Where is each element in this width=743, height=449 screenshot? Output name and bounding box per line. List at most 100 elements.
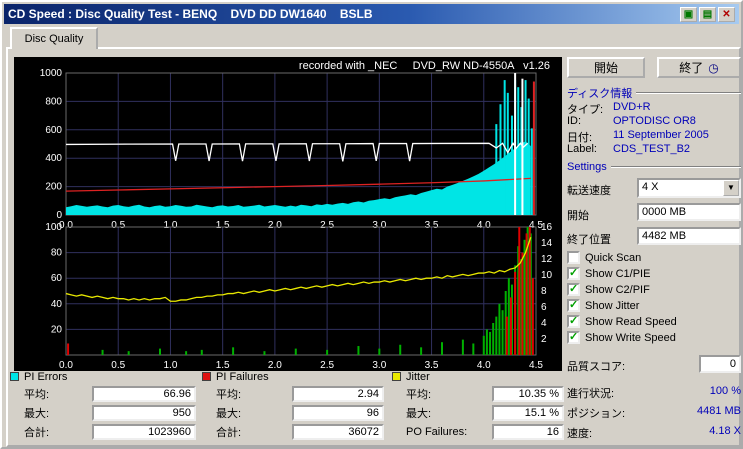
disc-label-row: Label: CDS_TEST_B2 — [567, 143, 741, 155]
svg-text:400: 400 — [45, 153, 62, 164]
svg-text:10: 10 — [541, 270, 553, 281]
show-read-speed-label: Show Read Speed — [585, 315, 677, 328]
start-button[interactable]: 開始 — [567, 57, 645, 78]
position-row: ポジション: 4481 MB — [567, 405, 741, 421]
app-window: CD Speed : Disc Quality Test - BENQ DVD … — [0, 0, 743, 449]
recorded-with-text: recorded with _NEC DVD_RW ND-4550A v1.26 — [298, 60, 550, 72]
end-pos-label: 終了位置 — [567, 234, 611, 246]
show-c1-pie-checkbox[interactable]: ✓ — [567, 267, 580, 280]
svg-text:12: 12 — [541, 254, 553, 265]
svg-text:2: 2 — [541, 334, 547, 345]
jitter-max-label: 最大: — [406, 407, 432, 420]
jitter-title: Jitter — [406, 370, 430, 383]
titlebar: CD Speed : Disc Quality Test - BENQ DVD … — [4, 4, 739, 24]
progress-value: 100 % — [709, 385, 741, 397]
svg-text:14: 14 — [541, 238, 553, 249]
close-icon[interactable]: ✕ — [718, 6, 735, 22]
disc-id-label: ID: — [567, 115, 582, 127]
start-pos-field[interactable]: 0000 MB — [637, 203, 741, 221]
svg-text:8: 8 — [541, 286, 547, 297]
speed-label: 速度: — [567, 428, 593, 440]
svg-text:60: 60 — [51, 273, 63, 284]
show-c2-pif-checkbox[interactable]: ✓ — [567, 283, 580, 296]
quality-score-value: 0 — [699, 355, 741, 373]
pie-total-label: 合計: — [24, 426, 50, 439]
jitter-swatch — [392, 372, 401, 381]
po-failures-label: PO Failures: — [406, 425, 468, 438]
divider — [636, 92, 741, 94]
pif-avg-label: 平均: — [216, 388, 242, 401]
pie-max-value: 950 — [92, 404, 196, 421]
jitter-max-value: 15.1 % — [492, 404, 564, 421]
start-pos-label: 開始 — [567, 210, 589, 222]
svg-text:16: 16 — [541, 222, 553, 233]
write-speed-end-spike-series — [532, 81, 535, 215]
position-value: 4481 MB — [696, 405, 741, 417]
pi-errors-swatch — [10, 372, 19, 381]
quick-scan-label: Quick Scan — [585, 251, 642, 264]
jitter-avg-label: 平均: — [406, 388, 432, 401]
disc-label-label: Label: — [567, 143, 597, 155]
pi-failures-title: PI Failures — [216, 370, 269, 383]
quality-score-label: 品質スコア: — [567, 361, 626, 373]
speed-select-label: 転送速度 — [567, 185, 611, 197]
quick-scan-checkbox[interactable] — [567, 251, 580, 264]
pi-failures-series — [101, 227, 532, 355]
speed-select-value: 4 X — [642, 181, 659, 193]
checkbox-quick-scan[interactable]: Quick Scan — [567, 251, 641, 264]
svg-text:6: 6 — [541, 302, 547, 313]
show-jitter-checkbox[interactable]: ✓ — [567, 299, 580, 312]
pif-max-value: 96 — [292, 404, 384, 421]
pie-total-value: 1023960 — [92, 423, 196, 440]
speed-select[interactable]: 4 X ▼ — [637, 178, 741, 198]
divider — [610, 166, 741, 168]
show-jitter-label: Show Jitter — [585, 299, 640, 312]
checkbox-show-jitter[interactable]: ✓ Show Jitter — [567, 299, 639, 312]
exit-button-label: 終了 — [679, 61, 704, 75]
show-c1-pie-label: Show C1/PIE — [585, 267, 651, 280]
svg-text:20: 20 — [51, 324, 63, 335]
pi-errors-series — [66, 141, 531, 215]
pif-total-label: 合計: — [216, 426, 242, 439]
checkbox-show-c1-pie[interactable]: ✓ Show C1/PIE — [567, 267, 650, 280]
pi-errors-title: PI Errors — [24, 370, 68, 383]
svg-text:4: 4 — [541, 318, 547, 329]
checkbox-show-c2-pif[interactable]: ✓ Show C2/PIF — [567, 283, 650, 296]
svg-text:800: 800 — [45, 96, 62, 107]
chart-panel: 0 200 400 600 800 1000 0.0 0.5 1.0 1.5 2.0 2.5 3.0 3.… — [14, 57, 562, 371]
show-c2-pif-label: Show C2/PIF — [585, 283, 650, 296]
pif-max-label: 最大: — [216, 407, 242, 420]
start-button-label: 開始 — [593, 61, 618, 75]
settings-header-label: Settings — [567, 161, 607, 173]
disc-info-header-label: ディスク情報 — [567, 88, 633, 100]
disc-label-value: CDS_TEST_B2 — [613, 143, 691, 155]
pie-avg-label: 平均: — [24, 388, 50, 401]
end-pos-field[interactable]: 4482 MB — [637, 227, 741, 245]
pie-max-label: 最大: — [24, 407, 50, 420]
jitter-avg-value: 10.35 % — [492, 385, 564, 402]
tab-disc-quality[interactable]: Disc Quality — [10, 27, 98, 49]
tab-panel: 0 200 400 600 800 1000 0.0 0.5 1.0 1.5 2.0 2.5 3.0 3.… — [6, 47, 741, 447]
pi-failures-swatch — [202, 372, 211, 381]
show-write-speed-checkbox[interactable]: ✓ — [567, 331, 580, 344]
settings-header: Settings — [567, 161, 741, 173]
checkbox-show-read-speed[interactable]: ✓ Show Read Speed — [567, 315, 677, 328]
titlebar-green-button-2[interactable]: ▤ — [699, 6, 716, 22]
chevron-down-icon[interactable]: ▼ — [723, 180, 739, 196]
exit-button[interactable]: 終了 ◷ — [657, 57, 741, 78]
show-read-speed-checkbox[interactable]: ✓ — [567, 315, 580, 328]
svg-text:600: 600 — [45, 125, 62, 136]
speed-row: 速度: 4.18 X — [567, 425, 741, 441]
svg-text:200: 200 — [45, 182, 62, 193]
titlebar-green-button-1[interactable]: ▣ — [680, 6, 697, 22]
pif-avg-value: 2.94 — [292, 385, 384, 402]
jitter-panel: Jitter 平均: 10.35 % 最大: 15.1 % PO Failures:… — [392, 369, 564, 443]
po-failures-series — [67, 227, 534, 355]
svg-text:100: 100 — [45, 222, 62, 233]
disc-info-header: ディスク情報 — [567, 85, 741, 101]
pi-errors-panel: PI Errors 平均: 66.96 最大: 950 合計: 1023960 — [10, 369, 196, 443]
progress-label: 進行状況: — [567, 388, 615, 400]
clock-icon: ◷ — [708, 60, 719, 75]
pi-failures-panel: PI Failures 平均: 2.94 最大: 96 合計: 36072 — [202, 369, 384, 443]
checkbox-show-write-speed[interactable]: ✓ Show Write Speed — [567, 331, 676, 344]
